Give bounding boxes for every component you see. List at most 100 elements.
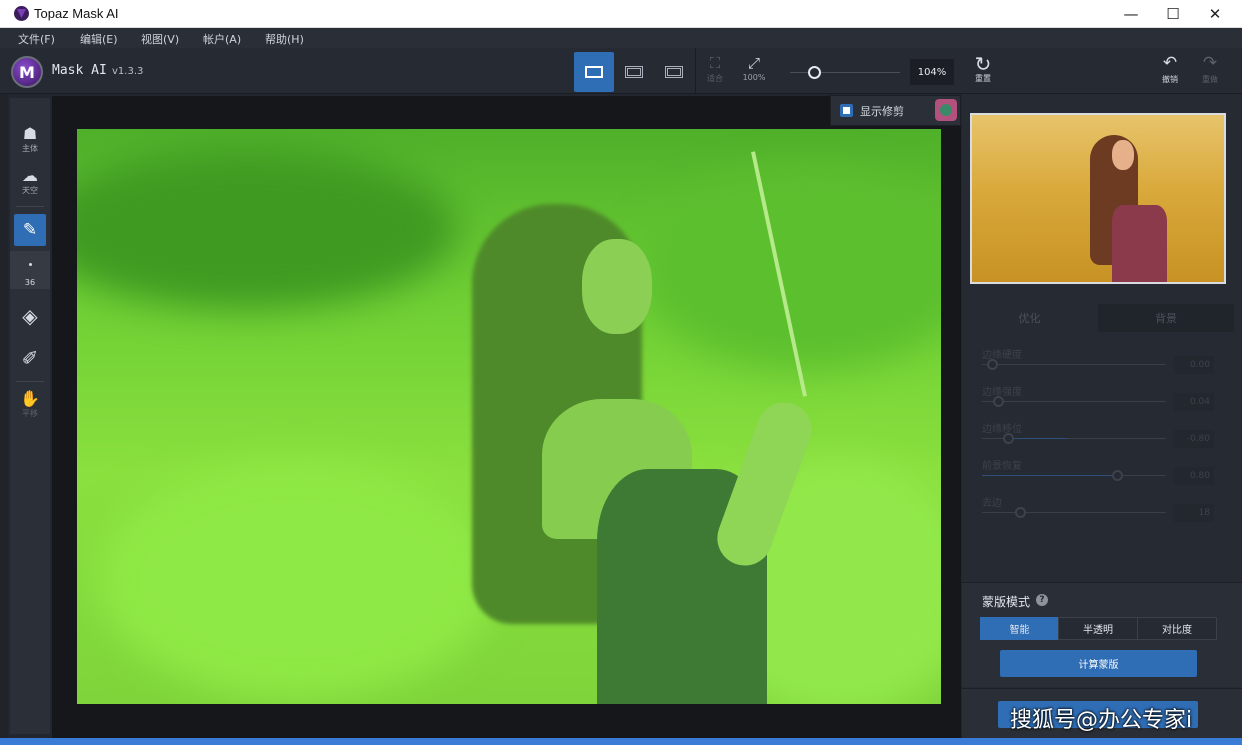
menu-file[interactable]: 文件(F) <box>18 31 55 47</box>
mask-mode-title: 蒙版模式 <box>982 595 1031 609</box>
fit-button[interactable]: ⛶ 适合 <box>702 54 728 84</box>
brush-size-control[interactable]: 36 <box>10 251 50 289</box>
brush-gear-icon: ✎ <box>22 220 38 240</box>
menu-bar: 文件(F) 编辑(E) 视图(V) 帐户(A) 帮助(H) <box>0 28 1242 48</box>
app-logo-icon <box>14 6 29 21</box>
slider-knob[interactable] <box>1015 507 1026 518</box>
slider-knob[interactable] <box>1003 433 1014 444</box>
expand-icon: ⤢ <box>747 54 760 72</box>
single-view-icon <box>585 66 603 78</box>
eyedropper-icon: ✐ <box>21 346 39 370</box>
menu-account[interactable]: 帐户(A) <box>203 31 241 47</box>
zoom-100-label: 100% <box>742 73 766 82</box>
redo-button[interactable]: ↷ 重做 <box>1197 53 1223 85</box>
desktop-taskbar-edge <box>0 738 1242 745</box>
zoom-value-field[interactable]: 104% <box>910 59 954 85</box>
hand-icon: ✋ <box>20 389 40 408</box>
slider-knob[interactable] <box>1112 470 1123 481</box>
cloud-icon: ☁ <box>22 166 38 185</box>
mode-smart-button[interactable]: 智能 <box>980 617 1059 640</box>
watermark-text: 搜狐号@办公专家i <box>1010 708 1193 733</box>
tab-refine[interactable]: 优化 <box>962 304 1097 332</box>
slider-value[interactable]: 18 <box>1174 504 1214 522</box>
slider-fill <box>1009 438 1067 439</box>
defringe-slider[interactable]: 去边 18 <box>982 494 1214 528</box>
fill-tool[interactable]: ◈ <box>10 304 50 328</box>
slider-label: 前景恢复 <box>982 461 1022 472</box>
fit-label: 适合 <box>707 74 723 83</box>
toolbar-divider <box>695 48 696 94</box>
edge-strength-slider[interactable]: 边缘强度 0.04 <box>982 383 1214 417</box>
navigator-preview[interactable] <box>970 113 1226 284</box>
slider-fill <box>982 475 1112 476</box>
close-button[interactable]: ✕ <box>1192 0 1238 28</box>
minimize-button[interactable]: — <box>1108 0 1154 28</box>
undo-icon: ↶ <box>1162 53 1178 73</box>
slider-label: 边缘硬度 <box>982 350 1022 361</box>
preview-subject-face <box>1112 140 1134 170</box>
slider-track[interactable] <box>982 364 1166 365</box>
edge-shift-slider[interactable]: 边缘移位 -0.80 <box>982 420 1214 454</box>
split-view-button[interactable] <box>614 52 654 92</box>
eyedropper-tool[interactable]: ✐ <box>10 346 50 370</box>
slider-label: 去边 <box>982 498 1002 509</box>
brush-tool[interactable]: ✎ <box>14 214 46 246</box>
foreground-recovery-slider[interactable]: 前景恢复 0.80 <box>982 457 1214 491</box>
slider-track[interactable] <box>982 512 1166 513</box>
edge-hardness-slider[interactable]: 边缘硬度 0.00 <box>982 346 1214 380</box>
slider-label: 边缘强度 <box>982 387 1022 398</box>
preview-subject-dress <box>1112 205 1167 282</box>
menu-view[interactable]: 视图(V) <box>141 31 179 47</box>
mask-ai-logo-icon: M <box>11 56 43 88</box>
slider-value[interactable]: 0.80 <box>1174 467 1214 485</box>
show-crop-checkbox[interactable] <box>840 104 853 117</box>
person-icon: ☗ <box>22 124 38 143</box>
slider-value[interactable]: 0.04 <box>1174 393 1214 411</box>
left-edge <box>0 94 8 738</box>
undo-label: 撤销 <box>1162 75 1178 84</box>
compute-mask-button[interactable]: 计算蒙版 <box>1000 650 1197 677</box>
masked-photo[interactable] <box>77 129 941 704</box>
pan-label: 平移 <box>22 409 38 418</box>
tool-divider <box>16 381 44 382</box>
tool-divider <box>16 206 44 207</box>
slider-value[interactable]: -0.80 <box>1174 430 1214 448</box>
mode-contrast-button[interactable]: 对比度 <box>1137 617 1217 640</box>
zoom-slider-track[interactable] <box>790 72 900 73</box>
sky-label: 天空 <box>22 186 38 195</box>
slider-track[interactable] <box>982 401 1166 402</box>
app-version: v1.3.3 <box>112 66 144 77</box>
sky-tool[interactable]: ☁ 天空 <box>10 166 50 196</box>
fit-icon: ⛶ <box>709 54 721 72</box>
zoom-100-button[interactable]: ⤢ 100% <box>741 54 767 82</box>
help-icon[interactable]: ? <box>1036 594 1048 606</box>
subject-tool[interactable]: ☗ 主体 <box>10 124 50 154</box>
reset-button[interactable]: ↻ 重置 <box>970 52 996 84</box>
slider-knob[interactable] <box>987 359 998 370</box>
side-by-side-view-icon <box>665 66 683 78</box>
overlay-color-button[interactable] <box>935 99 957 121</box>
right-toolbar: ↻ 重置 ↶ 撤销 ↷ 重做 <box>962 48 1242 94</box>
title-bar: Topaz Mask AI — ☐ ✕ <box>0 0 1242 28</box>
single-view-button[interactable] <box>574 52 614 92</box>
app-window: Topaz Mask AI — ☐ ✕ 文件(F) 编辑(E) 视图(V) 帐户… <box>0 0 1242 745</box>
menu-edit[interactable]: 编辑(E) <box>80 31 118 47</box>
slider-knob[interactable] <box>993 396 1004 407</box>
window-title: Topaz Mask AI <box>34 6 119 21</box>
subject-face <box>582 239 652 334</box>
redo-icon: ↷ <box>1202 53 1218 73</box>
blur-region <box>97 459 497 699</box>
undo-button[interactable]: ↶ 撤销 <box>1157 53 1183 85</box>
paint-bucket-icon: ◈ <box>22 304 38 328</box>
menu-help[interactable]: 帮助(H) <box>265 31 304 47</box>
pan-tool[interactable]: ✋ 平移 <box>10 389 50 419</box>
maximize-button[interactable]: ☐ <box>1150 0 1196 28</box>
mode-transparency-button[interactable]: 半透明 <box>1058 617 1138 640</box>
refine-tabs: 优化 背景 <box>962 304 1234 332</box>
slider-value[interactable]: 0.00 <box>1174 356 1214 374</box>
tool-panel: ☗ 主体 ☁ 天空 ✎ 36 ◈ ✐ ✋ 平移 <box>10 98 50 734</box>
brush-size-value: 36 <box>24 278 36 287</box>
tab-background[interactable]: 背景 <box>1098 304 1234 332</box>
zoom-slider-knob[interactable] <box>808 66 821 79</box>
side-by-side-view-button[interactable] <box>654 52 694 92</box>
